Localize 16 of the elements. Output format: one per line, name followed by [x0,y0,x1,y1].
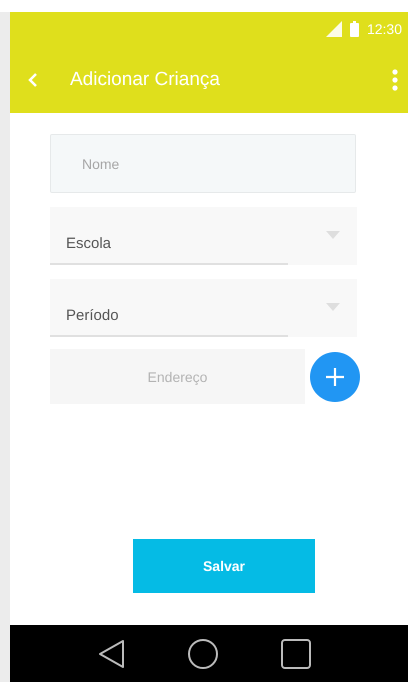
add-button[interactable] [310,352,360,402]
toolbar-title: Adicionar Criança [70,68,221,90]
dropdown[interactable]: Período [50,279,357,337]
dropdown-arrow-icon [326,231,340,239]
status-time: 12:30 [366,21,402,37]
recents-square-icon[interactable] [281,638,311,668]
plus-icon [326,368,344,386]
dropdown[interactable]: Escola [50,207,357,265]
back-triangle-icon[interactable] [97,638,125,668]
address-field[interactable]: Endereço [50,349,305,404]
name-field[interactable]: Nome [50,134,356,193]
signal-icon [326,21,342,37]
home-circle-icon[interactable] [187,638,219,670]
battery-icon [350,21,359,37]
dropdown-arrow-icon [326,303,340,311]
save-button[interactable]: Salvar [133,539,315,593]
